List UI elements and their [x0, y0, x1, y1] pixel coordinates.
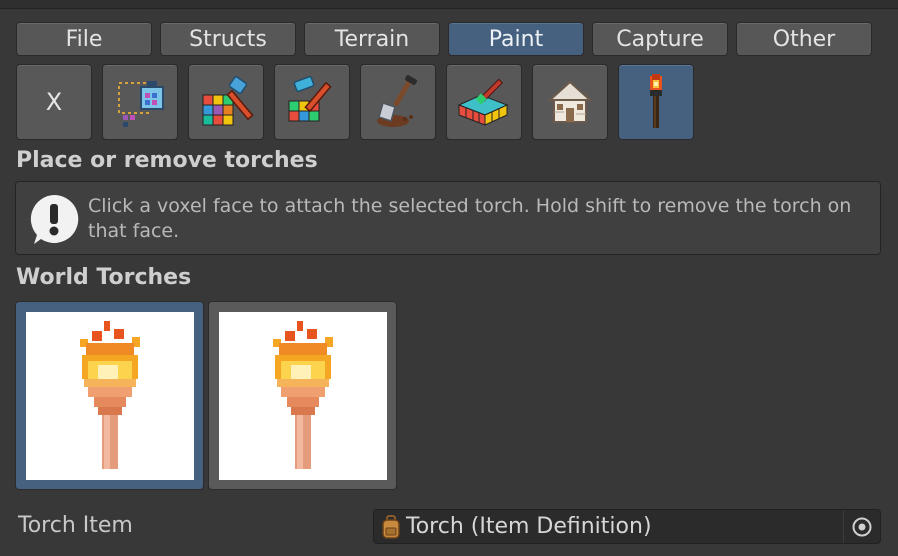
torch-tool-button[interactable]	[618, 64, 694, 140]
torch-slot-2[interactable]	[208, 301, 397, 490]
build-face-tool-button[interactable]	[274, 64, 350, 140]
structure-tool-button[interactable]	[532, 64, 608, 140]
world-torches-title: World Torches	[16, 265, 192, 290]
torch-thumbnail	[218, 311, 387, 480]
hammer-block-icon	[288, 76, 332, 122]
backpack-icon	[382, 514, 400, 539]
tab-file[interactable]: File	[16, 22, 152, 56]
help-box: Click a voxel face to attach the selecte…	[15, 181, 881, 255]
torch-thumbnail	[25, 311, 194, 480]
window-top-strip	[0, 0, 898, 9]
help-text: Click a voxel face to attach the selecte…	[88, 195, 852, 242]
house-icon	[547, 80, 593, 123]
select-region-tool-button[interactable]	[102, 64, 178, 140]
tab-other[interactable]: Other	[736, 22, 872, 56]
tab-capture[interactable]: Capture	[592, 22, 728, 56]
paintbrush-block-icon	[457, 78, 509, 126]
dig-tool-button[interactable]	[360, 64, 436, 140]
torch-icon	[650, 74, 662, 128]
exclamation-icon	[30, 194, 79, 244]
tab-structs[interactable]: Structs	[160, 22, 296, 56]
tool-bar: X	[16, 64, 694, 140]
object-picker-icon	[852, 517, 872, 536]
torch-item-label: Torch Item	[18, 513, 133, 538]
clear-tool-button[interactable]: X	[16, 64, 92, 140]
section-title: Place or remove torches	[16, 148, 318, 173]
torch-icon	[272, 320, 333, 469]
main-tabs: File Structs Terrain Paint Capture Other	[16, 22, 872, 56]
torch-item-field[interactable]: Torch (Item Definition)	[373, 509, 881, 544]
torch-slot-1[interactable]	[15, 301, 204, 490]
torch-icon	[79, 320, 140, 469]
shovel-icon	[377, 75, 417, 127]
build-voxel-tool-button[interactable]	[188, 64, 264, 140]
world-torches-grid	[15, 301, 397, 490]
torch-item-value: Torch (Item Definition)	[406, 514, 652, 539]
tab-terrain[interactable]: Terrain	[304, 22, 440, 56]
tab-paint[interactable]: Paint	[448, 22, 584, 56]
hammer-cube-icon	[202, 76, 254, 126]
clear-tool-label: X	[45, 88, 63, 116]
object-picker-button[interactable]	[843, 510, 880, 543]
paint-tool-button[interactable]	[446, 64, 522, 140]
selection-blocks-icon	[118, 81, 164, 127]
